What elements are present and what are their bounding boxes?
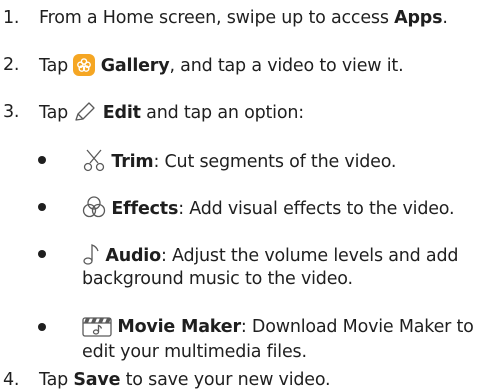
step-number: 4.	[3, 370, 20, 390]
option-trim: Trim: Cut segments of the video.	[0, 148, 489, 172]
step-3: 3. Tap Edit and tap an option:	[3, 101, 483, 123]
option-movie-maker-continued: edit your multimedia files.	[82, 342, 307, 362]
instructions-page: 1. From a Home screen, swipe up to acces…	[0, 0, 489, 391]
option-audio: Audio: Adjust the volume levels and add	[0, 242, 489, 266]
effects-icon	[82, 195, 106, 225]
save-label: Save	[73, 370, 121, 390]
option-movie-maker: Movie Maker: Download Movie Maker to	[0, 315, 489, 337]
step-number: 3.	[3, 102, 20, 122]
step-number: 2.	[3, 55, 20, 75]
bullet-icon	[38, 323, 46, 331]
step-number: 1.	[3, 8, 20, 28]
movie-maker-label: Movie Maker	[117, 317, 241, 337]
bullet-icon	[38, 156, 46, 164]
edit-pencil-icon	[73, 101, 97, 129]
step-2: 2. Tap Gallery, and tap a video to view …	[3, 54, 483, 76]
step-4: 4. Tap Save to save your new video.	[3, 370, 331, 390]
audio-label: Audio	[105, 246, 161, 266]
bullet-icon	[38, 203, 46, 211]
step-1: 1. From a Home screen, swipe up to acces…	[3, 8, 448, 28]
effects-label: Effects	[111, 199, 179, 219]
option-audio-continued: background music to the video.	[82, 269, 353, 289]
option-effects: Effects: Add visual effects to the video…	[0, 195, 489, 219]
gallery-label: Gallery	[100, 56, 170, 76]
step-text: From a Home screen, swipe up to access	[39, 8, 395, 28]
trim-label: Trim	[111, 152, 154, 172]
gallery-icon	[73, 54, 96, 82]
edit-label: Edit	[102, 103, 141, 123]
trim-scissors-icon	[82, 148, 106, 178]
bullet-icon	[38, 250, 46, 258]
apps-label: Apps	[394, 8, 443, 28]
movie-maker-icon	[82, 315, 112, 343]
